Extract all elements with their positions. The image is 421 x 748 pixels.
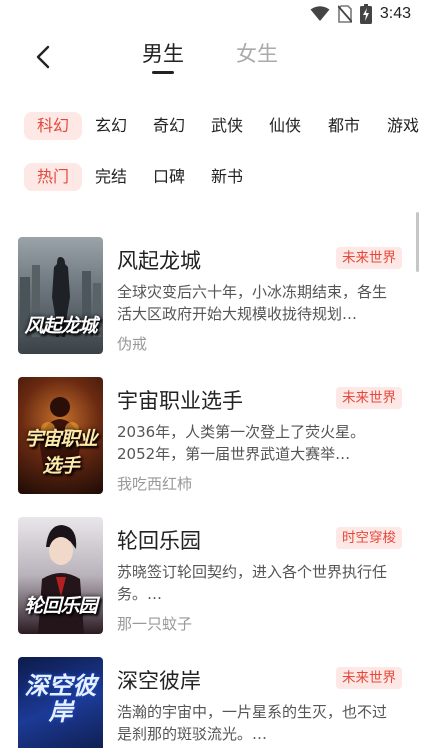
book-genre-tag[interactable]: 未来世界 [336,667,402,689]
book-item[interactable]: 宇宙职业选手 宇宙职业选手 未来世界 2036年，人类第一次登上了荧火星。 20… [0,377,421,502]
status-time: 3:43 [379,5,411,22]
book-cover: 轮回乐园 [18,517,103,634]
cover-title: 轮回乐园 [24,595,97,617]
book-genre-tag[interactable]: 未来世界 [336,387,402,409]
category-chip-xianxia[interactable]: 仙侠 [258,112,312,140]
book-item[interactable]: 风起龙城 风起龙城 未来世界 全球灾变后六十年，小冰冻期结束，各生活大区政府开始… [0,237,421,362]
sort-chip-new[interactable]: 新书 [200,163,254,191]
back-button[interactable] [28,42,58,72]
category-chip-wuxia[interactable]: 武侠 [200,112,254,140]
cover-title: 深空彼岸 [24,671,97,726]
book-cover: 风起龙城 [18,237,103,354]
book-item[interactable]: 轮回乐园 轮回乐园 时空穿梭 苏晓签订轮回契约，进入各个世界执行任务。… 那一只… [0,517,421,642]
book-description: 2036年，人类第一次登上了荧火星。 2052年，第一届世界武道大赛举… [117,423,388,463]
category-chip-xuanhuan[interactable]: 玄幻 [84,112,138,140]
status-bar: 3:43 [0,0,421,30]
book-cover: 深空彼岸 [18,657,103,748]
category-chip-fantasy[interactable]: 奇幻 [142,112,196,140]
book-author[interactable]: 伪戒 [117,333,147,354]
book-author[interactable]: 我吃西红柿 [117,473,192,494]
cover-title: 宇宙职业选手 [24,428,97,477]
book-description: 全球灾变后六十年，小冰冻期结束，各生活大区政府开始大规模收拢待规划… [117,283,388,323]
book-genre-tag[interactable]: 未来世界 [336,247,402,269]
book-description: 浩瀚的宇宙中，一片星系的生灭，也不过是刹那的斑驳流光。… [117,703,388,743]
wifi-icon [310,6,330,21]
sort-chip-hot[interactable]: 热门 [24,163,82,191]
book-genre-tag[interactable]: 时空穿梭 [336,527,402,549]
category-filter-row: 科幻 玄幻 奇幻 武侠 仙侠 都市 游戏 [0,112,421,142]
book-author[interactable]: 那一只蚊子 [117,613,192,634]
cover-title: 风起龙城 [24,315,97,337]
book-description: 苏晓签订轮回契约，进入各个世界执行任务。… [117,563,388,603]
book-title: 深空彼岸 [117,669,201,693]
tab-female[interactable]: 女生 [236,38,278,68]
sort-chip-completed[interactable]: 完结 [84,163,138,191]
book-title: 风起龙城 [117,249,201,273]
active-tab-indicator [152,71,174,74]
category-chip-urban[interactable]: 都市 [317,112,371,140]
sort-filter-row: 热门 完结 口碑 新书 [0,163,421,193]
category-chip-scifi[interactable]: 科幻 [24,112,82,140]
book-title: 宇宙职业选手 [117,389,243,413]
tab-male[interactable]: 男生 [142,38,184,68]
book-item[interactable]: 深空彼岸 深空彼岸 未来世界 浩瀚的宇宙中，一片星系的生灭，也不过是刹那的斑驳流… [0,657,421,748]
header: 男生 女生 [0,30,421,90]
category-chip-game[interactable]: 游戏 [376,112,421,140]
back-chevron-icon [36,45,50,69]
no-sim-icon [337,5,352,23]
book-cover: 宇宙职业选手 [18,377,103,494]
status-icons: 3:43 [310,4,411,24]
sort-chip-reputation[interactable]: 口碑 [142,163,196,191]
book-title: 轮回乐园 [117,529,201,553]
battery-charging-icon [359,4,372,24]
